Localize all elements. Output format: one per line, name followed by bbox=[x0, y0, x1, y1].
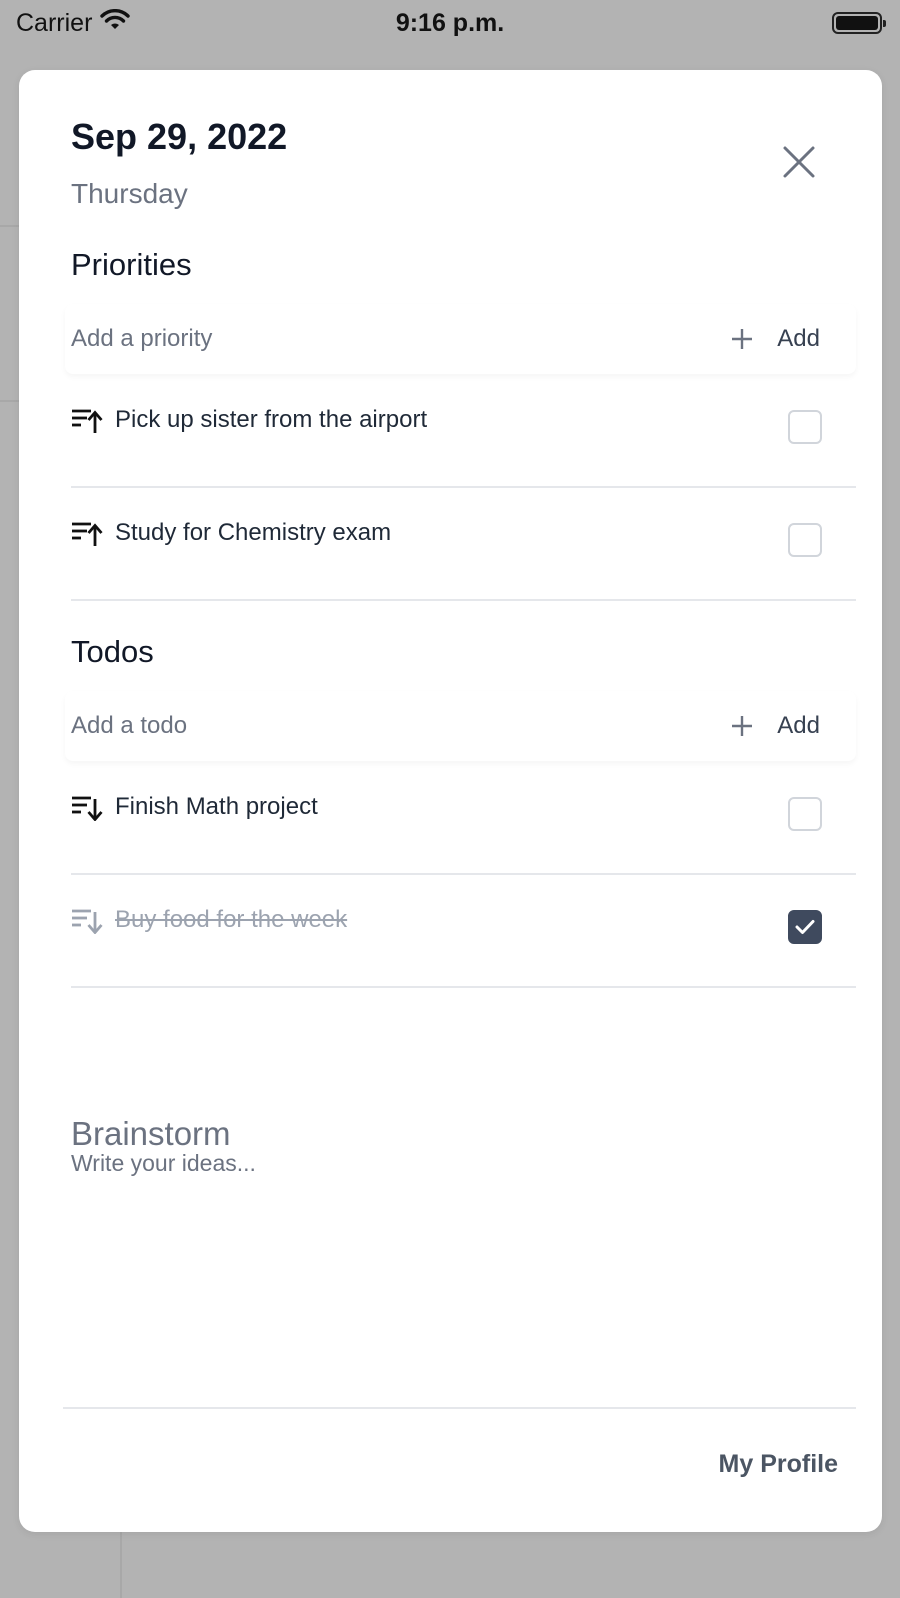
priority-item-checkbox[interactable] bbox=[788, 410, 822, 444]
add-priority-input[interactable] bbox=[71, 325, 571, 353]
todo-item-content: Buy food for the week bbox=[71, 906, 347, 934]
todo-item-checkbox[interactable] bbox=[788, 797, 822, 831]
status-left: Carrier bbox=[16, 8, 131, 38]
date-title: Sep 29, 2022 bbox=[71, 116, 288, 157]
priority-item-checkbox[interactable] bbox=[788, 523, 822, 557]
todo-item-checkbox[interactable] bbox=[788, 910, 822, 944]
weekday-label: Thursday bbox=[71, 178, 188, 209]
brainstorm-input[interactable] bbox=[71, 1150, 831, 1370]
add-priority-button[interactable]: Add bbox=[731, 325, 820, 353]
todos-title: Todos bbox=[71, 634, 154, 669]
priorities-title: Priorities bbox=[71, 247, 192, 282]
priority-item-content: Study for Chemistry exam bbox=[71, 519, 391, 547]
priority-item: Pick up sister from the airport bbox=[71, 376, 856, 488]
todo-item-text: Buy food for the week bbox=[115, 906, 348, 933]
battery-full-icon bbox=[832, 12, 886, 34]
close-icon bbox=[783, 146, 815, 178]
status-bar: Carrier 9:16 p.m. bbox=[0, 0, 900, 46]
priority-item-text: Pick up sister from the airport bbox=[115, 406, 428, 433]
todo-item-content: Finish Math project bbox=[71, 793, 318, 821]
add-todo-row: Add bbox=[65, 691, 856, 761]
todo-item: Buy food for the week bbox=[71, 876, 856, 988]
day-detail-sheet: Sep 29, 2022 Thursday Priorities Add a p… bbox=[19, 70, 882, 1532]
background-divider bbox=[120, 1532, 122, 1598]
background-divider bbox=[0, 400, 19, 402]
plus-icon bbox=[732, 329, 753, 349]
sort-descending-icon bbox=[72, 909, 103, 934]
my-profile-link[interactable]: My Profile bbox=[719, 1450, 838, 1479]
todo-item: Finish Math project bbox=[71, 763, 856, 875]
sort-ascending-icon bbox=[72, 409, 103, 433]
sort-ascending-icon bbox=[72, 522, 103, 546]
sort-descending-icon bbox=[72, 796, 103, 821]
add-todo-button[interactable]: Add bbox=[731, 712, 820, 740]
add-todo-label: Add bbox=[777, 712, 820, 739]
add-priority-label: Add bbox=[777, 325, 820, 352]
add-todo-input[interactable] bbox=[71, 712, 571, 740]
checkmark-icon bbox=[795, 920, 815, 934]
wifi-icon bbox=[100, 8, 131, 38]
priority-item-text: Study for Chemistry exam bbox=[115, 519, 392, 546]
todo-item-text: Finish Math project bbox=[115, 793, 318, 820]
plus-icon bbox=[732, 716, 753, 736]
priority-item-content: Pick up sister from the airport bbox=[71, 406, 427, 434]
priority-item: Study for Chemistry exam bbox=[71, 489, 856, 601]
status-time: 9:16 p.m. bbox=[395, 8, 505, 37]
carrier-label: Carrier bbox=[16, 8, 93, 37]
brainstorm-title: Brainstorm bbox=[71, 1115, 231, 1152]
screen: Carrier 9:16 p.m. Sep 29, 2022 Thursday bbox=[0, 0, 900, 1598]
background-divider bbox=[0, 225, 19, 227]
battery-level bbox=[836, 16, 878, 30]
footer-divider bbox=[63, 1407, 856, 1409]
add-priority-row: Add bbox=[65, 304, 856, 374]
close-button[interactable] bbox=[779, 142, 819, 182]
